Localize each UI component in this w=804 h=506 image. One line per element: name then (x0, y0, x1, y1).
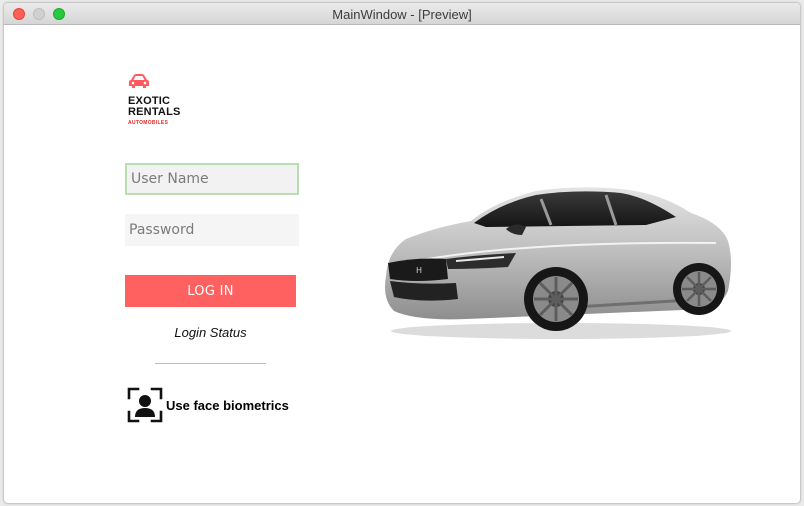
title-bar: MainWindow - [Preview] (4, 3, 800, 25)
username-input[interactable] (125, 163, 299, 195)
window-title: MainWindow - [Preview] (332, 7, 472, 22)
main-window: MainWindow - [Preview] EXOTIC RENTALS AU… (3, 2, 801, 504)
password-input[interactable] (125, 214, 299, 246)
logo-subtitle: AUTOMOBILES (128, 120, 169, 126)
logo-text-line2: RENTALS (128, 106, 181, 118)
face-id-icon (127, 387, 163, 423)
silver-sedan-image: H (385, 187, 731, 339)
face-biometrics-label: Use face biometrics (166, 397, 289, 413)
divider (155, 363, 266, 364)
face-biometrics-button[interactable]: Use face biometrics (127, 387, 289, 423)
brand-logo: EXOTIC RENTALS AUTOMOBILES (128, 73, 208, 126)
svg-text:H: H (416, 266, 422, 275)
car-icon (129, 74, 149, 88)
login-button[interactable]: LOG IN (125, 275, 296, 307)
login-status-label: Login Status (174, 325, 247, 340)
